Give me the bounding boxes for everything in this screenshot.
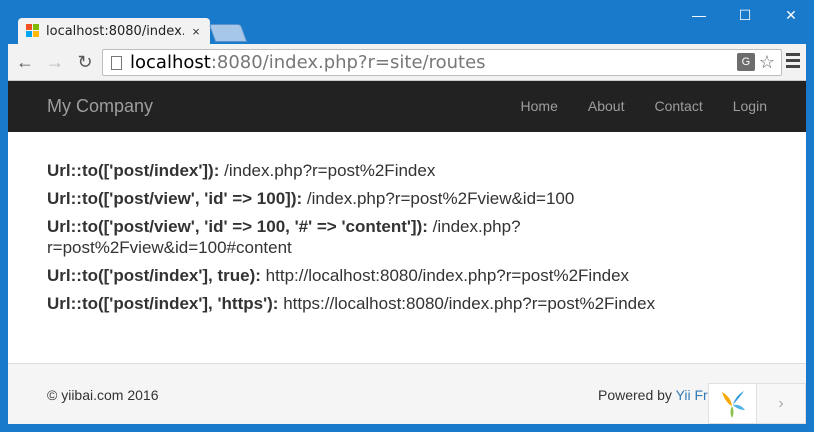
- close-window-icon[interactable]: ✕: [768, 0, 814, 30]
- browser-tab[interactable]: localhost:8080/index.ph ×: [18, 18, 210, 44]
- nav-link-contact[interactable]: Contact: [639, 81, 717, 132]
- yii-framework-link[interactable]: Yii Fr: [676, 387, 708, 403]
- tab-title: localhost:8080/index.ph: [46, 23, 184, 39]
- url-path: :8080/index.php?r=site/routes: [210, 52, 486, 73]
- nav-links: Home About Contact Login: [506, 81, 806, 132]
- reload-icon[interactable]: ↻: [72, 49, 98, 75]
- forward-arrow-icon[interactable]: →: [42, 49, 68, 75]
- yii-logo-icon[interactable]: [708, 383, 757, 424]
- route-example-row: Url::to(['post/view', 'id' => 100, '#' =…: [47, 216, 567, 258]
- browser-menu-icon[interactable]: [786, 53, 800, 71]
- route-result: /index.php?r=post%2Fview&id=100: [302, 189, 575, 208]
- yii-debug-widget[interactable]: ›: [708, 383, 806, 424]
- page-icon: [111, 55, 122, 70]
- web-page: My Company Home About Contact Login Url:…: [8, 81, 806, 424]
- back-arrow-icon[interactable]: ←: [12, 49, 38, 75]
- site-navbar: My Company Home About Contact Login: [8, 81, 806, 132]
- tab-close-icon[interactable]: ×: [188, 24, 204, 39]
- nav-link-about[interactable]: About: [573, 81, 640, 132]
- powered-by-label: Powered by: [598, 387, 676, 403]
- route-example-row: Url::to(['post/index'], 'https'): https:…: [47, 293, 767, 314]
- route-example-row: Url::to(['post/view', 'id' => 100]): /in…: [47, 188, 767, 209]
- route-example-row: Url::to(['post/index'], true): http://lo…: [47, 265, 767, 286]
- translate-icon[interactable]: G: [736, 53, 755, 71]
- title-bar: localhost:8080/index.ph × — ☐ ✕: [0, 0, 814, 44]
- site-footer: © yiibai.com 2016 Powered by Yii Fr: [8, 363, 806, 424]
- url-host: localhost: [130, 52, 211, 73]
- route-example-row: Url::to(['post/index']): /index.php?r=po…: [47, 160, 767, 181]
- nav-link-home[interactable]: Home: [506, 81, 573, 132]
- route-result: http://localhost:8080/index.php?r=post%2…: [260, 266, 630, 285]
- powered-by: Powered by Yii Fr: [598, 387, 708, 403]
- browser-window: localhost:8080/index.ph × — ☐ ✕ ← → ↻ lo…: [0, 0, 814, 432]
- route-code: Url::to(['post/index']):: [47, 161, 220, 180]
- address-bar[interactable]: localhost:8080/index.php?r=site/routes G…: [102, 49, 782, 76]
- brand-link[interactable]: My Company: [47, 96, 153, 117]
- new-tab-button[interactable]: [208, 24, 248, 42]
- maximize-icon[interactable]: ☐: [722, 0, 768, 30]
- route-code: Url::to(['post/index'], 'https'):: [47, 294, 279, 313]
- minimize-icon[interactable]: —: [676, 0, 722, 30]
- route-code: Url::to(['post/view', 'id' => 100, '#' =…: [47, 217, 428, 236]
- chevron-right-icon[interactable]: ›: [757, 383, 806, 424]
- windows-favicon-icon: [26, 24, 40, 38]
- window-controls: — ☐ ✕: [676, 0, 814, 30]
- bookmark-star-icon[interactable]: ☆: [759, 53, 775, 71]
- route-examples: Url::to(['post/index']): /index.php?r=po…: [47, 160, 767, 321]
- route-result: /index.php?r=post%2Findex: [219, 161, 436, 180]
- route-code: Url::to(['post/view', 'id' => 100]):: [47, 189, 303, 208]
- nav-link-login[interactable]: Login: [718, 81, 806, 132]
- copyright-text: © yiibai.com 2016: [47, 387, 159, 403]
- browser-toolbar: ← → ↻ localhost:8080/index.php?r=site/ro…: [8, 44, 806, 81]
- route-result: https://localhost:8080/index.php?r=post%…: [278, 294, 656, 313]
- route-code: Url::to(['post/index'], true):: [47, 266, 261, 285]
